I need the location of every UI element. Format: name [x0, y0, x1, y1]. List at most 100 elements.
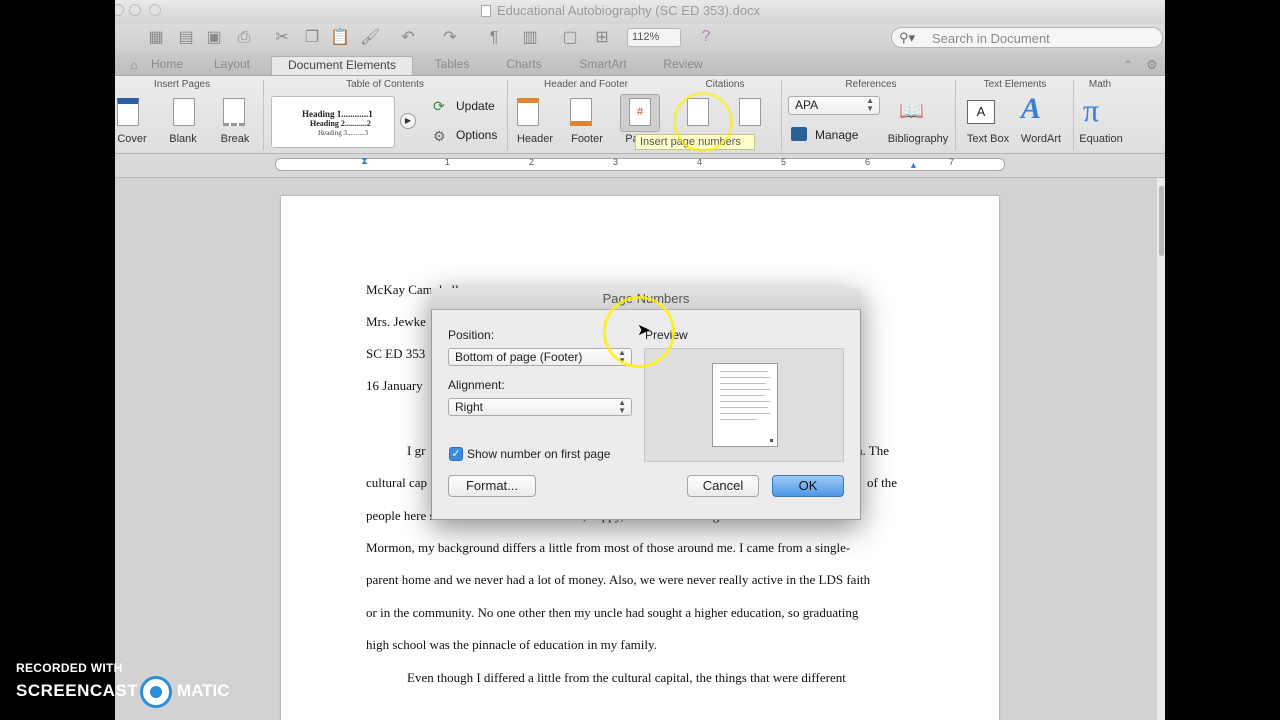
zoom-select[interactable]: 112% — [627, 28, 681, 47]
sidebar-icon[interactable]: ▥ — [519, 28, 541, 48]
tab-layout[interactable]: Layout — [205, 56, 259, 75]
tab-smartart[interactable]: SmartArt — [567, 56, 639, 75]
group-header-footer: Header and Footer — [544, 79, 628, 90]
search-input[interactable]: ⚲▾ Search in Document — [891, 27, 1163, 48]
tab-charts[interactable]: Charts — [497, 56, 551, 75]
print-icon[interactable]: ⎙ — [233, 28, 255, 48]
toc-heading-2: Heading 2...........2 — [310, 119, 371, 128]
ruler-number: 5 — [781, 157, 787, 167]
preview-line — [720, 419, 756, 420]
tab-review[interactable]: Review — [653, 56, 713, 75]
bibliography-icon[interactable]: 📖 — [899, 98, 925, 124]
ruler-number: 4 — [697, 157, 703, 167]
doc-line: parent home and we never had a lot of mo… — [366, 572, 871, 587]
toc-heading-1: Heading 1............1 — [302, 109, 373, 119]
break-button[interactable]: Break — [217, 133, 253, 145]
home-icon[interactable]: ⌂ — [123, 56, 145, 76]
position-select[interactable]: Bottom of page (Footer) ▲ ▼ — [448, 348, 632, 366]
redo-icon[interactable]: ↷ — [439, 28, 461, 48]
format-painter-icon[interactable]: 🖌 — [359, 28, 381, 48]
collapse-ribbon-icon[interactable]: ⌃ — [1117, 56, 1139, 76]
equation-button[interactable]: Equation — [1077, 133, 1125, 145]
help-icon[interactable]: ? — [695, 27, 717, 47]
scroll-thumb[interactable] — [1159, 186, 1164, 256]
blank-page-icon[interactable] — [173, 98, 195, 126]
minimize-button[interactable] — [129, 4, 141, 16]
gallery-icon[interactable]: ▦ — [145, 28, 167, 48]
preview-line — [720, 377, 770, 378]
group-references: References — [845, 79, 897, 90]
watermark-matic: MATIC — [177, 681, 230, 700]
show-first-page-checkbox[interactable]: ✓ — [449, 447, 463, 461]
text-box-button[interactable]: Text Box — [963, 133, 1013, 145]
doc-line: of the — [867, 475, 897, 490]
tab-document-elements[interactable]: Document Elements — [271, 56, 413, 75]
indent-marker-icon[interactable]: ⧗ — [361, 156, 368, 167]
options-icon[interactable]: ⚙ — [433, 128, 446, 145]
window-title: Educational Autobiography (SC ED 353).do… — [481, 3, 760, 18]
alignment-select[interactable]: Right ▲ ▼ — [448, 398, 632, 416]
blank-button[interactable]: Blank — [165, 133, 201, 145]
group-separator — [507, 80, 508, 150]
ruler-number: 2 — [529, 157, 535, 167]
copy-icon[interactable]: ❐ — [301, 28, 323, 48]
equation-icon[interactable]: π — [1083, 92, 1099, 129]
vertical-scrollbar[interactable] — [1157, 178, 1165, 720]
update-button[interactable]: Update — [456, 99, 495, 113]
select-arrows-icon: ▲ ▼ — [618, 398, 626, 415]
search-icon: ⚲▾ — [899, 30, 916, 45]
break-icon[interactable] — [223, 98, 245, 126]
paste-icon[interactable]: 📋 — [329, 28, 351, 48]
toc-next-icon[interactable]: ▶ — [400, 113, 416, 129]
wordart-button[interactable]: WordArt — [1017, 133, 1065, 145]
cover-button[interactable]: Cover — [115, 133, 149, 145]
group-insert-pages: Insert Pages — [153, 79, 211, 90]
header-icon[interactable] — [517, 98, 539, 126]
right-indent-marker-icon[interactable]: ▲ — [909, 160, 918, 170]
page-number-icon[interactable]: # — [629, 98, 651, 126]
media-browser-icon[interactable]: ▢ — [559, 28, 581, 48]
format-button[interactable]: Format... — [448, 475, 536, 497]
footer-button[interactable]: Footer — [565, 133, 609, 145]
group-math: Math — [1088, 79, 1112, 90]
watermark-screencast: SCREENCAST — [16, 681, 139, 700]
footer-icon[interactable] — [570, 98, 592, 126]
cover-page-icon[interactable] — [117, 98, 139, 126]
ok-button[interactable]: OK — [772, 475, 844, 497]
text-box-icon[interactable]: A — [967, 100, 995, 124]
citation-style-select[interactable]: APA ▲ ▼ — [788, 96, 880, 115]
options-button[interactable]: Options — [456, 128, 497, 142]
click-highlight — [673, 92, 733, 152]
tab-home[interactable]: Home — [145, 56, 189, 75]
doc-line: 16 January — [366, 378, 423, 393]
toc-gallery[interactable]: Heading 1............1 Heading 2........… — [271, 96, 395, 148]
update-icon[interactable]: ⟳ — [433, 98, 445, 115]
tab-tables[interactable]: Tables — [425, 56, 479, 75]
cut-icon[interactable]: ✂ — [271, 28, 293, 48]
doc-line: Even though I differed a little from the… — [407, 670, 846, 685]
group-citations: Citations — [705, 79, 745, 90]
ruler-number: 6 — [865, 157, 871, 167]
ribbon-settings-icon[interactable]: ⚙ — [1141, 56, 1163, 76]
group-separator — [1073, 80, 1074, 150]
group-separator — [263, 80, 264, 150]
show-formatting-icon[interactable]: ¶ — [483, 28, 505, 48]
save-icon[interactable]: ▣ — [203, 28, 225, 48]
preview-line — [720, 395, 764, 396]
watermark-recorded: RECORDED WITH — [16, 661, 123, 675]
zoom-button[interactable] — [149, 4, 161, 16]
endnote-icon[interactable] — [739, 98, 761, 126]
open-icon[interactable]: ▤ — [175, 28, 197, 48]
undo-icon[interactable]: ↶ — [397, 28, 419, 48]
wordart-icon[interactable]: A — [1021, 92, 1041, 126]
toolbox-icon[interactable]: ⊞ — [591, 28, 613, 48]
header-button[interactable]: Header — [513, 133, 557, 145]
horizontal-ruler[interactable] — [275, 158, 1005, 171]
manage-button[interactable]: Manage — [815, 128, 858, 142]
cancel-button[interactable]: Cancel — [687, 475, 759, 497]
position-label: Position: — [448, 328, 495, 342]
manage-icon[interactable] — [791, 127, 807, 141]
bibliography-button[interactable]: Bibliography — [885, 133, 951, 145]
doc-line: or in the community. No one other then m… — [366, 605, 859, 620]
document-icon — [481, 5, 491, 17]
